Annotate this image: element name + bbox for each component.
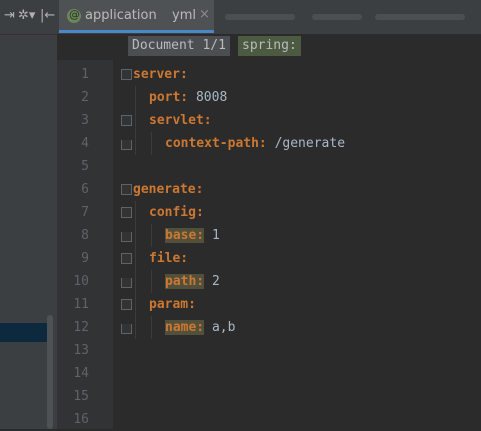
fold-end-icon[interactable] [121, 140, 132, 150]
code-line: config: [149, 201, 204, 224]
fold-end-icon[interactable] [121, 324, 132, 334]
line-number: 3 [81, 113, 89, 128]
fold-end-icon[interactable] [121, 232, 132, 242]
yaml-value: 2 [204, 274, 220, 289]
yaml-value: 8008 [188, 90, 228, 105]
line-number: 7 [81, 205, 89, 220]
line-number: 6 [81, 182, 89, 197]
breadcrumb-spring[interactable]: spring: [238, 36, 301, 56]
fold-icon[interactable] [121, 69, 132, 80]
line-number: 13 [73, 343, 89, 358]
tab-extension: yml [172, 8, 196, 23]
line-number: 4 [81, 136, 89, 151]
code-line: path: 2 [165, 270, 220, 293]
line-number: 16 [73, 412, 89, 427]
indent-guide [151, 270, 152, 293]
blurred-tab[interactable] [312, 14, 362, 20]
tab-application-yml[interactable]: application yml × [59, 0, 214, 33]
yaml-value: /generate [266, 136, 346, 151]
line-number: 10 [73, 274, 89, 289]
line-number: 9 [81, 251, 89, 266]
fold-end-icon[interactable] [121, 278, 132, 288]
line-number: 11 [73, 297, 89, 312]
line-number: 5 [81, 159, 89, 174]
tab-label: application [85, 8, 157, 23]
code-line: generate: [133, 178, 203, 201]
spring-file-icon [67, 8, 81, 23]
code-line: base: 1 [165, 224, 220, 247]
selected-tree-row[interactable] [0, 323, 48, 342]
code-line: name: a,b [165, 316, 235, 339]
line-number: 12 [73, 320, 89, 335]
yaml-key: param: [149, 297, 196, 312]
yaml-key: generate: [133, 182, 204, 197]
gear-icon[interactable]: ✲▾ [18, 8, 35, 24]
line-number: 8 [81, 228, 89, 243]
yaml-key: port: [149, 90, 189, 105]
indent-guide [151, 132, 152, 155]
code-line: server: [133, 63, 188, 86]
collapse-icon[interactable]: ⇥ [4, 8, 15, 24]
fold-icon[interactable] [121, 115, 132, 126]
line-number: 1 [81, 67, 89, 82]
yaml-key: server: [133, 67, 188, 82]
yaml-key: path: [165, 274, 205, 289]
yaml-key: servlet: [149, 113, 212, 128]
yaml-value: 1 [204, 228, 220, 243]
code-line: port: 8008 [149, 86, 227, 109]
fold-icon[interactable] [121, 253, 132, 264]
yaml-key: config: [149, 205, 204, 220]
indent-guide [135, 86, 136, 155]
blurred-tab[interactable] [225, 14, 295, 20]
blurred-tab[interactable] [375, 14, 465, 20]
yaml-key: context-path: [165, 136, 267, 151]
yaml-value: a,b [204, 320, 236, 335]
code-line: param: [149, 293, 196, 316]
code-line: context-path: /generate [165, 132, 345, 155]
project-toolbar: ⇥ ✲▾ |← [0, 0, 57, 35]
indent-guide [151, 224, 152, 247]
yaml-key: file: [149, 251, 189, 266]
line-number: 15 [73, 389, 89, 404]
breadcrumb-document[interactable]: Document 1/1 [128, 36, 230, 56]
yaml-key: name: [165, 320, 205, 335]
fold-icon[interactable] [121, 184, 132, 195]
indent-guide [135, 201, 136, 339]
hide-icon[interactable]: |← [40, 8, 55, 24]
line-number: 14 [73, 366, 89, 381]
code-line: file: [149, 247, 188, 270]
fold-icon[interactable] [121, 207, 132, 218]
breadcrumb: Document 1/1 spring: [57, 34, 481, 60]
project-scrollbar[interactable] [47, 315, 53, 429]
indent-guide [151, 316, 152, 339]
line-number: 2 [81, 90, 89, 105]
close-icon[interactable]: × [199, 7, 210, 22]
code-line: servlet: [149, 109, 212, 132]
fold-icon[interactable] [121, 299, 132, 310]
yaml-key: base: [165, 228, 205, 243]
editor-tab-bar: application yml × [57, 0, 481, 35]
